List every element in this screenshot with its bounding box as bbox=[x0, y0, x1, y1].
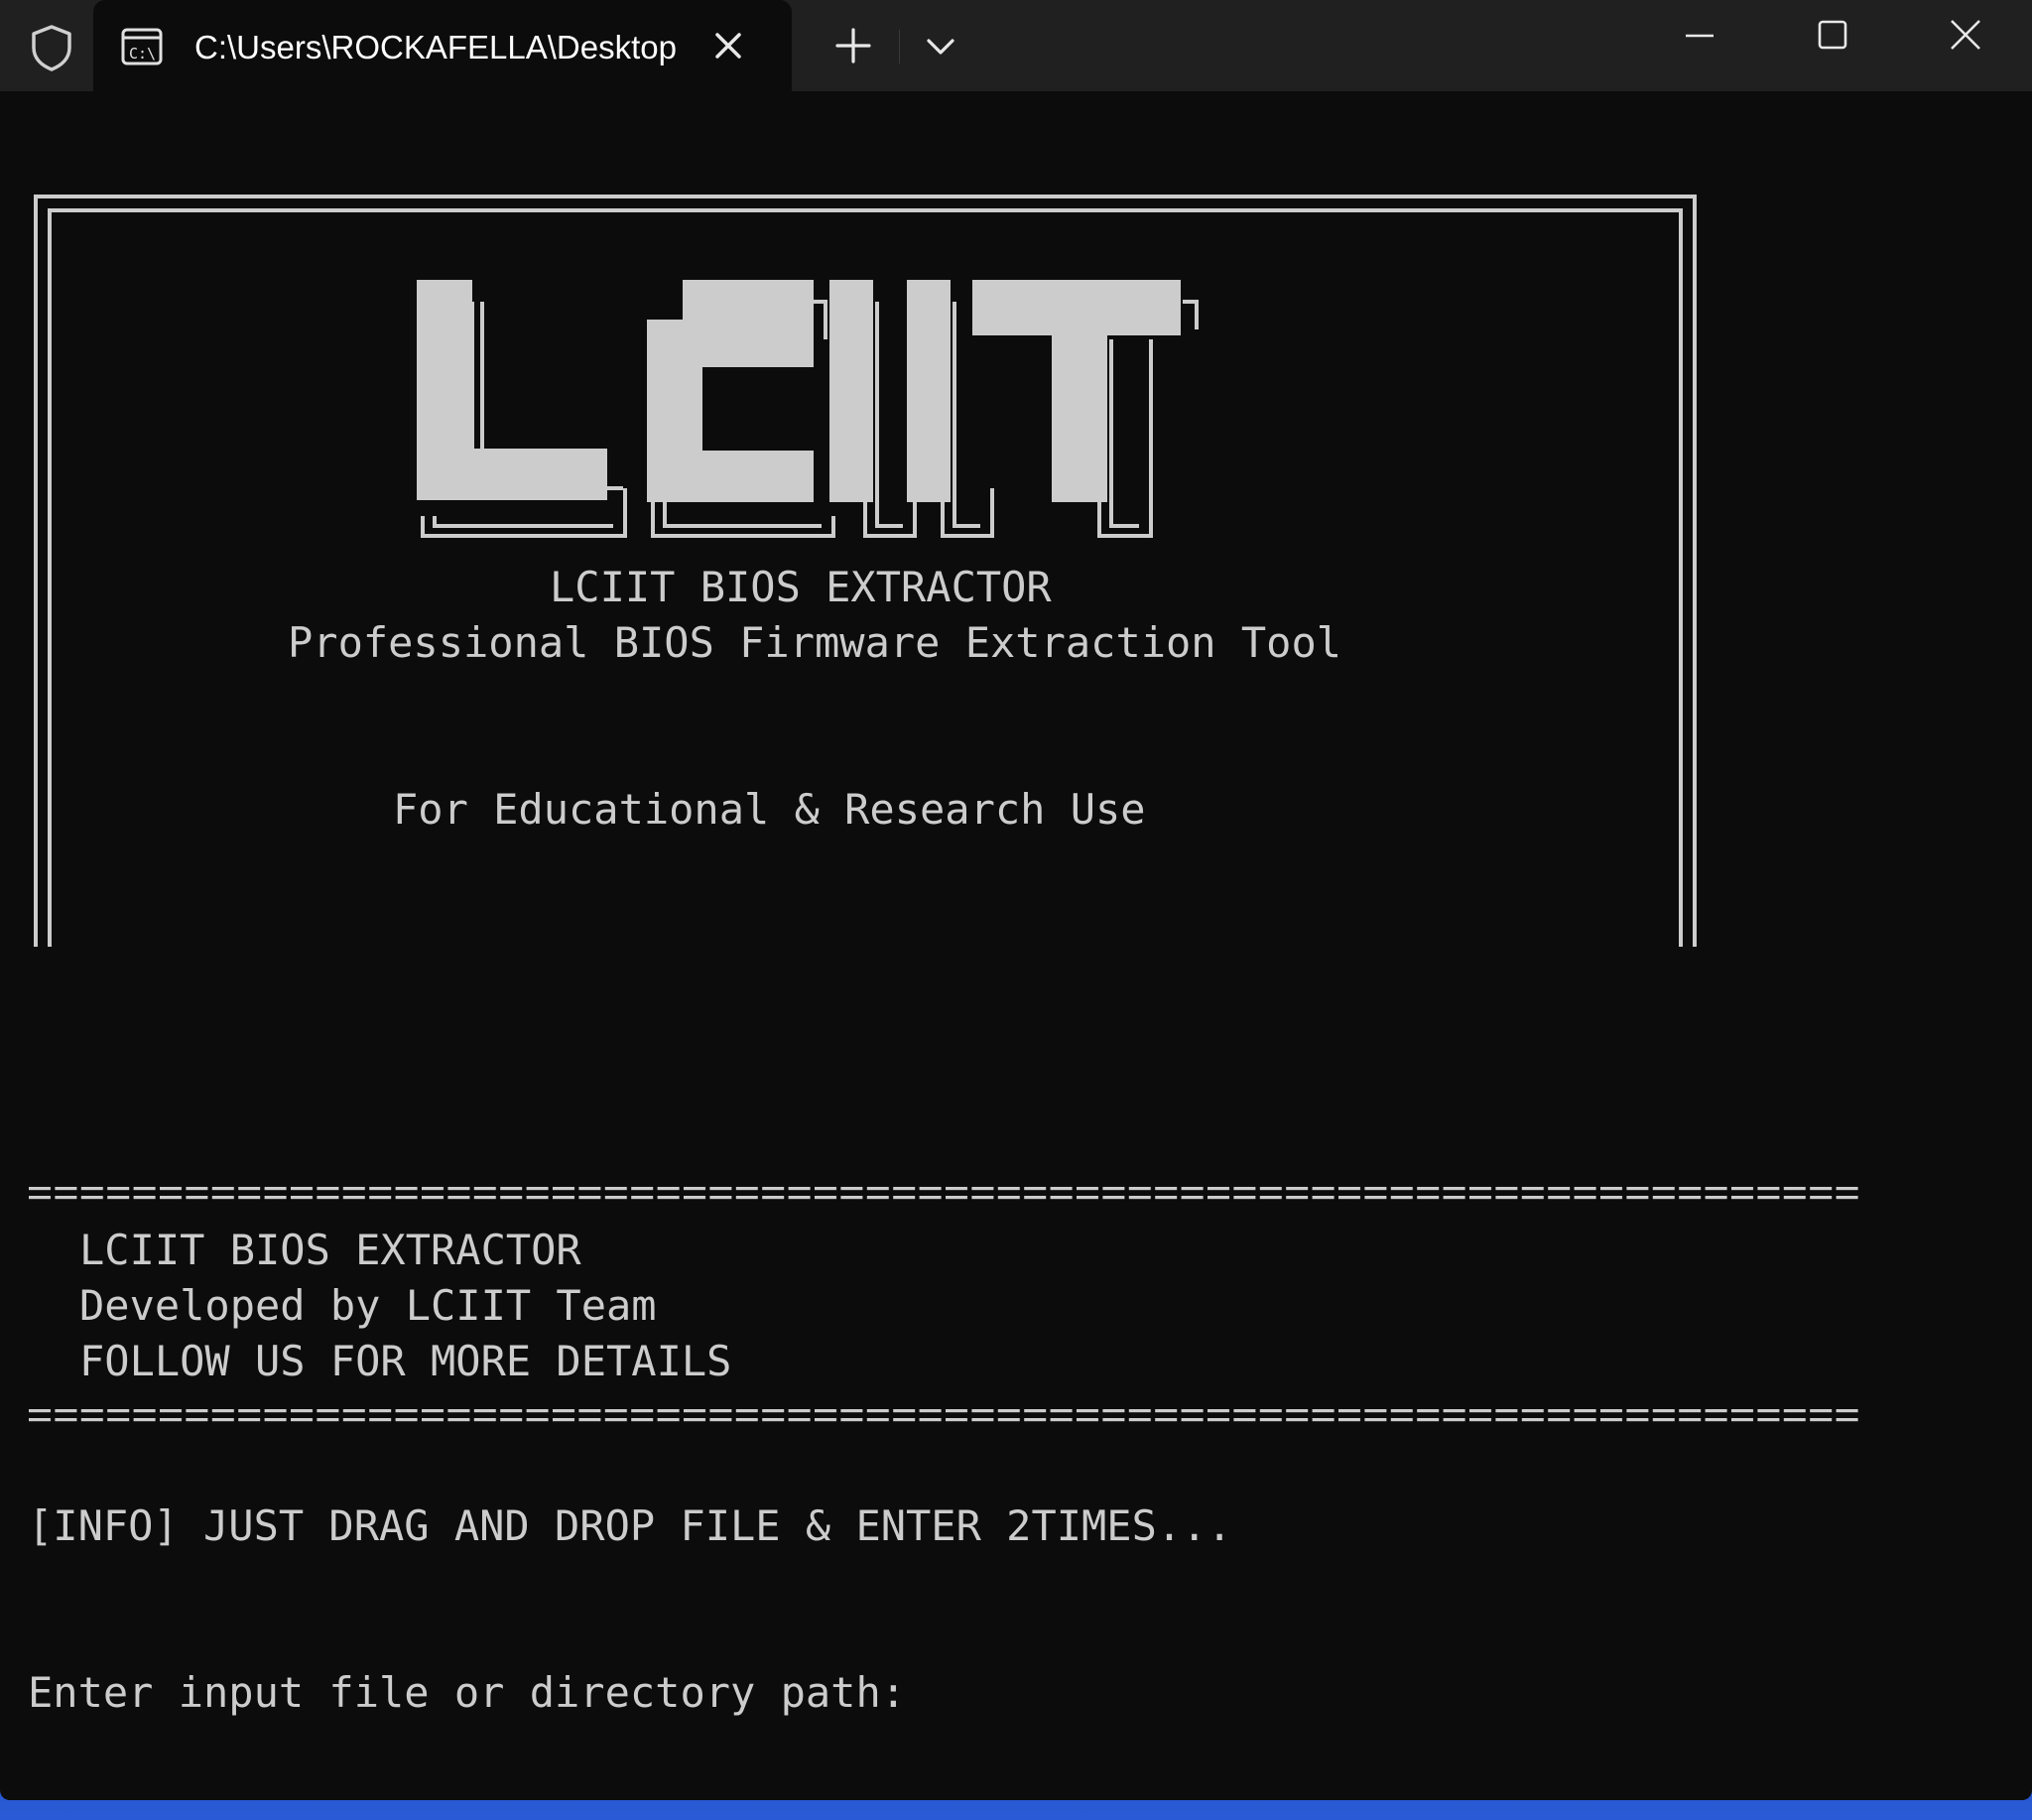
lciit-logo bbox=[417, 280, 1199, 538]
banner-subtitle: Professional BIOS Firmware Extraction To… bbox=[288, 618, 1342, 667]
title-bar: C:\ C:\Users\ROCKAFELLA\Desktop bbox=[0, 0, 2032, 91]
tab-active[interactable]: C:\ C:\Users\ROCKAFELLA\Desktop bbox=[93, 0, 792, 91]
close-window-button[interactable] bbox=[1899, 0, 2032, 71]
maximize-icon bbox=[1818, 20, 1847, 50]
tab-separator bbox=[899, 30, 900, 64]
info-message: [INFO] JUST DRAG AND DROP FILE & ENTER 2… bbox=[28, 1501, 1232, 1550]
info-line-3: FOLLOW US FOR MORE DETAILS bbox=[79, 1337, 732, 1385]
terminal-icon: C:\ bbox=[121, 28, 163, 65]
terminal-output[interactable]: LCIIT BIOS EXTRACTOR Professional BIOS F… bbox=[0, 91, 2032, 1800]
maximize-button[interactable] bbox=[1766, 0, 1899, 71]
minimize-button[interactable] bbox=[1633, 0, 1766, 71]
info-line-1: LCIIT BIOS EXTRACTOR bbox=[79, 1226, 581, 1274]
close-icon bbox=[1951, 20, 1980, 50]
plus-icon[interactable] bbox=[833, 24, 873, 67]
terminal-window: C:\ C:\Users\ROCKAFELLA\Desktop LCIIT BI… bbox=[0, 0, 2032, 1800]
close-icon[interactable] bbox=[708, 26, 748, 65]
banner-notice: For Educational & Research Use bbox=[393, 785, 1146, 834]
divider-top bbox=[28, 1185, 1861, 1203]
tab-title: C:\Users\ROCKAFELLA\Desktop bbox=[194, 29, 677, 65]
banner-title: LCIIT BIOS EXTRACTOR bbox=[550, 563, 1052, 611]
divider-bottom bbox=[28, 1407, 1861, 1425]
svg-text:C:\: C:\ bbox=[129, 45, 156, 63]
info-line-2: Developed by LCIIT Team bbox=[79, 1281, 657, 1330]
minimize-icon bbox=[1686, 34, 1714, 38]
input-prompt[interactable]: Enter input file or directory path: bbox=[28, 1665, 906, 1721]
shield-icon[interactable] bbox=[30, 24, 73, 71]
chevron-down-icon[interactable] bbox=[921, 26, 960, 65]
